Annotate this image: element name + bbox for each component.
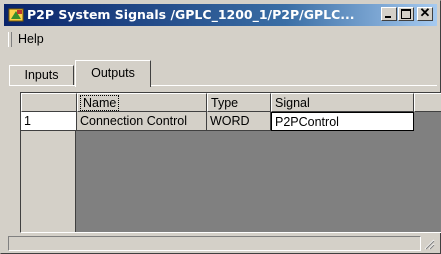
column-header-filler	[414, 93, 441, 112]
column-header-name[interactable]: Name	[77, 93, 207, 112]
type-cell[interactable]: WORD	[207, 112, 271, 131]
menu-item-help[interactable]: Help	[15, 31, 47, 47]
menu-bar: Help	[4, 29, 437, 49]
close-icon: ✕	[419, 5, 431, 20]
tab-outputs[interactable]: Outputs	[75, 60, 151, 87]
status-panel	[8, 236, 421, 251]
column-header-name-label: Name	[79, 95, 120, 111]
maximize-button[interactable]	[398, 7, 414, 21]
name-cell[interactable]: Connection Control	[77, 112, 207, 131]
row-index-cell[interactable]: 1	[21, 112, 77, 131]
signal-cell-editor[interactable]: P2PControl	[271, 112, 414, 131]
minimize-icon	[385, 16, 391, 18]
maximize-icon	[401, 9, 411, 19]
row-header-column	[21, 131, 76, 232]
menu-grip-handle	[8, 32, 12, 47]
p2p-system-signals-window: P2P System Signals /GPLC_1200_1/P2P/GPLC…	[0, 0, 441, 254]
status-bar	[4, 234, 437, 252]
minimize-button[interactable]	[381, 7, 397, 21]
tab-inputs[interactable]: Inputs	[9, 65, 74, 85]
column-header-type[interactable]: Type	[207, 93, 271, 112]
window-title: P2P System Signals /GPLC_1200_1/P2P/GPLC…	[27, 7, 355, 22]
grid-corner-cell	[21, 93, 77, 112]
column-header-signal[interactable]: Signal	[271, 93, 414, 112]
size-grip-icon[interactable]	[423, 238, 435, 250]
close-button[interactable]: ✕	[417, 5, 433, 21]
signals-grid[interactable]: Name Type Signal 1 Connection Control WO…	[20, 92, 441, 233]
app-window-icon	[8, 8, 24, 22]
title-bar[interactable]: P2P System Signals /GPLC_1200_1/P2P/GPLC…	[4, 4, 437, 26]
